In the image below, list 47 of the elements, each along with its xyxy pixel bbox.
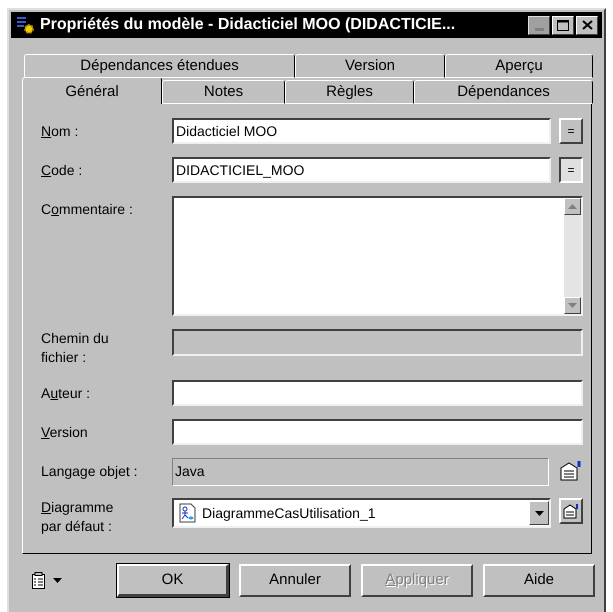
readonly-field: Java — [172, 458, 549, 486]
diagram-icon — [178, 503, 198, 523]
minimize-button[interactable] — [528, 16, 550, 34]
text-field[interactable]: Didacticiel MOO — [172, 118, 552, 144]
field-label: Version — [41, 423, 89, 442]
tab[interactable]: Aperçu — [445, 54, 593, 78]
tab[interactable]: Dépendances — [414, 80, 593, 104]
close-button[interactable] — [576, 16, 598, 34]
field-label: Chemin du fichier : — [41, 329, 110, 367]
properties-icon[interactable] — [559, 460, 583, 482]
tab[interactable]: Dépendances étendues — [24, 54, 295, 78]
equals-button[interactable]: = — [559, 118, 583, 144]
text-field[interactable]: DIDACTICIEL_MOO — [172, 157, 552, 183]
field-label: Diagramme par défaut : — [41, 498, 114, 536]
caret-icon — [53, 578, 62, 583]
scrollbar[interactable] — [564, 198, 581, 314]
list-icon — [31, 572, 47, 590]
comment-field[interactable] — [172, 196, 583, 316]
text-field[interactable] — [172, 380, 583, 406]
field-label: Langage objet : — [41, 462, 139, 481]
window-title: Propriétés du modèle - Didacticiel MOO (DIDACTICIE... — [40, 15, 456, 35]
diagram-dropdown[interactable]: DiagrammeCasUtilisation_1 — [172, 498, 552, 528]
text-field[interactable] — [172, 419, 583, 445]
field-label: Auteur : — [41, 384, 92, 403]
properties-icon — [563, 504, 580, 518]
maximize-button[interactable] — [552, 16, 574, 34]
field-label: Commentaire : — [41, 200, 134, 219]
dialog-button[interactable]: OK — [117, 564, 229, 597]
tab[interactable]: Général — [22, 77, 162, 104]
dropdown-button[interactable] — [529, 501, 550, 525]
down-arrow-icon — [568, 303, 577, 308]
maximize-icon — [557, 20, 569, 30]
up-arrow-icon — [568, 204, 577, 209]
tab[interactable]: Règles — [285, 80, 414, 104]
dropdown-value: DiagrammeCasUtilisation_1 — [202, 504, 377, 523]
caret-icon — [534, 510, 544, 516]
gear-icon — [15, 15, 35, 35]
field-label: Nom : — [41, 122, 80, 141]
tab[interactable]: Notes — [162, 80, 285, 104]
dialog-button[interactable]: Annuler — [239, 564, 351, 597]
close-icon — [582, 20, 592, 30]
properties-button[interactable] — [559, 498, 583, 524]
equals-button[interactable]: = — [559, 157, 583, 183]
field-label: Code : — [41, 161, 84, 180]
dialog-button[interactable]: Aide — [483, 564, 595, 597]
minimize-icon — [534, 28, 544, 30]
tab[interactable]: Version — [295, 54, 445, 78]
